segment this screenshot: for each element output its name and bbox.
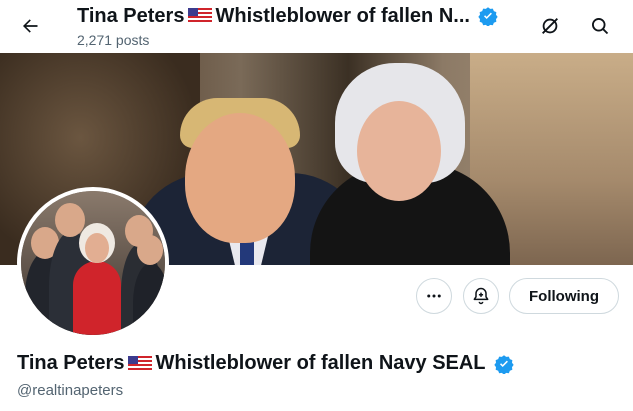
more-options-icon <box>427 294 441 298</box>
header-name: Tina Peters <box>77 5 185 27</box>
profile-handle: @realtinapeters <box>17 382 124 399</box>
profile-display-name: Tina Peters Whistleblower of fallen Navy… <box>17 352 514 375</box>
avatar-head-far-right <box>137 235 163 265</box>
header-text: Tina Peters Whistleblower of fallen N...… <box>77 4 537 48</box>
avatar-red-jacket <box>73 261 121 335</box>
search-button[interactable] <box>584 10 616 42</box>
us-flag-icon <box>128 355 153 372</box>
header-name-rest: Whistleblower of fallen N... <box>215 5 470 27</box>
notifications-button[interactable] <box>463 278 499 314</box>
posts-count: 2,271 posts <box>77 32 150 48</box>
avatar[interactable] <box>17 187 169 339</box>
more-options-button[interactable] <box>416 278 452 314</box>
header-title: Tina Peters Whistleblower of fallen N... <box>77 4 537 28</box>
following-button[interactable]: Following <box>509 278 619 314</box>
profile-name-rest: Whistleblower of fallen Navy SEAL <box>155 352 486 374</box>
avatar-center-face <box>85 233 109 263</box>
profile-name: Tina Peters <box>17 352 125 374</box>
avatar-person-far-right <box>133 263 165 335</box>
verified-badge-icon <box>478 7 498 26</box>
verified-badge-icon[interactable] <box>493 354 514 374</box>
banner-woman-face <box>357 101 441 201</box>
banner-person-face <box>185 113 295 243</box>
us-flag-icon <box>188 8 213 24</box>
grok-button[interactable] <box>534 10 566 42</box>
back-arrow-icon <box>23 19 38 33</box>
grok-icon <box>542 18 558 34</box>
search-icon <box>592 18 609 35</box>
back-button[interactable] <box>14 10 46 42</box>
profile-header-bar: Tina Peters Whistleblower of fallen N...… <box>0 0 633 53</box>
notification-bell-icon <box>473 287 489 305</box>
